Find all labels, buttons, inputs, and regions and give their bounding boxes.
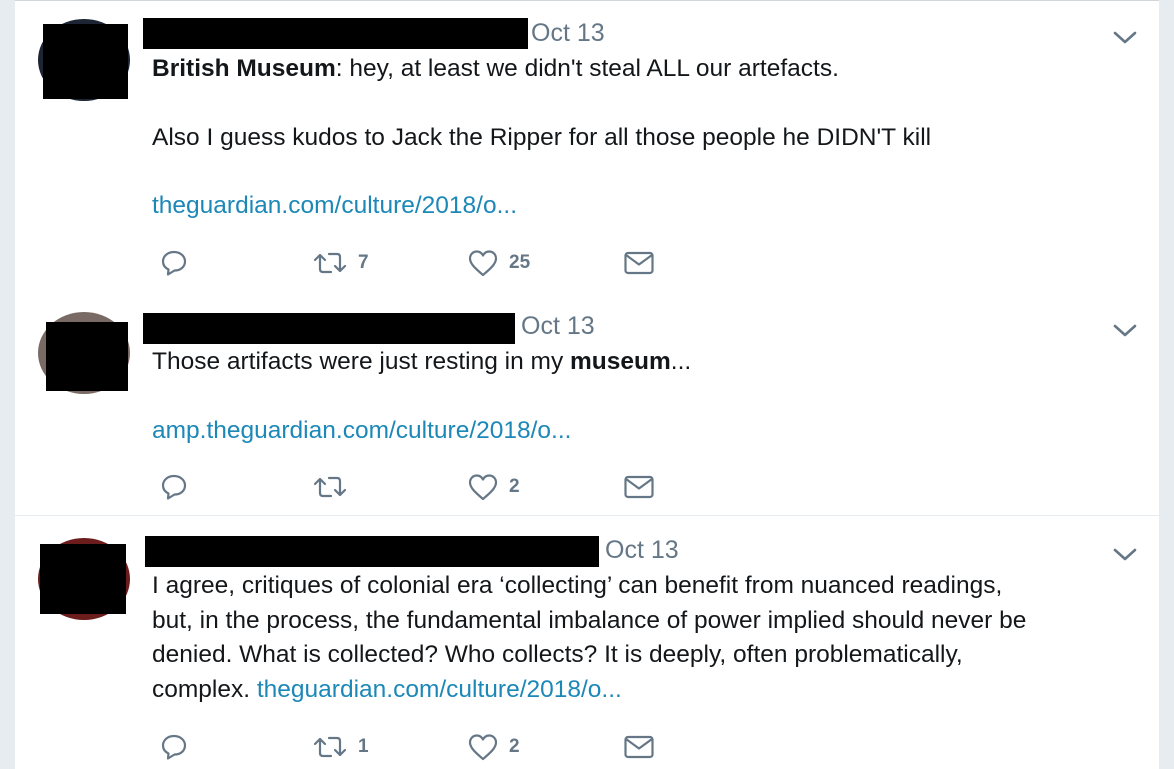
avatar-redaction bbox=[46, 322, 128, 391]
tweet-text: I agree, critiques of colonial era ‘coll… bbox=[152, 569, 1026, 707]
tweet-text-line: denied. What is collected? Who collects?… bbox=[152, 641, 963, 668]
like-button[interactable]: 2 bbox=[467, 470, 520, 504]
retweet-button[interactable] bbox=[312, 470, 358, 504]
envelope-icon bbox=[624, 251, 654, 275]
tweet-link[interactable]: amp.theguardian.com/culture/2018/o... bbox=[152, 414, 691, 449]
tweet-text-line: Those artifacts were just resting in my bbox=[152, 348, 571, 375]
message-button[interactable] bbox=[623, 470, 655, 504]
reply-button[interactable] bbox=[160, 246, 188, 280]
tweet-text-line: complex. bbox=[152, 675, 257, 703]
tweet-date[interactable]: Oct 13 bbox=[531, 19, 605, 47]
heart-icon bbox=[468, 250, 498, 277]
tweet[interactable]: Oct 13 British Museum: hey, at least we … bbox=[15, 0, 1159, 293]
tweet-feed: Oct 13 British Museum: hey, at least we … bbox=[15, 0, 1159, 769]
avatar-redaction bbox=[40, 544, 126, 614]
like-count: 2 bbox=[509, 736, 520, 757]
avatar-redaction bbox=[43, 24, 128, 99]
tweet[interactable]: Oct 13 Those artifacts were just resting… bbox=[15, 292, 1159, 516]
tweet-text-line: I agree, critiques of colonial era ‘coll… bbox=[152, 572, 1003, 599]
retweet-button[interactable]: 1 bbox=[312, 730, 369, 764]
retweet-count: 1 bbox=[358, 736, 369, 757]
tweet-date[interactable]: Oct 13 bbox=[605, 536, 679, 564]
message-button[interactable] bbox=[623, 730, 655, 764]
tweet-link[interactable]: theguardian.com/culture/2018/o... bbox=[152, 189, 931, 224]
like-button[interactable]: 2 bbox=[467, 730, 520, 764]
tweet-text: Those artifacts were just resting in my … bbox=[152, 345, 691, 448]
ellipsis: ... bbox=[670, 348, 692, 375]
avatar[interactable] bbox=[38, 312, 130, 394]
retweet-icon bbox=[313, 476, 347, 498]
retweet-icon bbox=[313, 252, 347, 274]
like-button[interactable]: 25 bbox=[467, 246, 530, 280]
retweet-count: 7 bbox=[358, 252, 369, 273]
username-redaction bbox=[143, 313, 515, 344]
username-redaction bbox=[145, 536, 599, 567]
reply-icon bbox=[161, 734, 187, 760]
username-redaction bbox=[143, 18, 528, 49]
heart-icon bbox=[468, 734, 498, 761]
retweet-icon bbox=[313, 736, 347, 758]
retweet-button[interactable]: 7 bbox=[312, 246, 369, 280]
envelope-icon bbox=[624, 475, 654, 499]
chevron-down-icon[interactable] bbox=[1113, 25, 1137, 49]
chevron-down-icon[interactable] bbox=[1113, 542, 1137, 566]
message-button[interactable] bbox=[623, 246, 655, 280]
chevron-down-icon[interactable] bbox=[1113, 318, 1137, 342]
tweet-text: British Museum: hey, at least we didn't … bbox=[152, 52, 931, 224]
highlighted-term: museum bbox=[570, 348, 671, 375]
tweet-text-line: but, in the process, the fundamental imb… bbox=[152, 606, 1027, 634]
tweet-text-line: : hey, at least we didn't steal ALL our … bbox=[335, 55, 839, 82]
tweet-date[interactable]: Oct 13 bbox=[521, 312, 595, 340]
reply-button[interactable] bbox=[160, 470, 188, 504]
tweet-link[interactable]: theguardian.com/culture/2018/o... bbox=[257, 676, 622, 703]
tweet[interactable]: Oct 13 I agree, critiques of colonial er… bbox=[15, 516, 1159, 769]
avatar[interactable] bbox=[38, 19, 130, 101]
envelope-icon bbox=[624, 735, 654, 759]
tweet-text-line: Also I guess kudos to Jack the Ripper fo… bbox=[152, 123, 932, 151]
heart-icon bbox=[468, 474, 498, 501]
like-count: 2 bbox=[509, 476, 520, 497]
reply-button[interactable] bbox=[160, 730, 188, 764]
reply-icon bbox=[161, 250, 187, 276]
like-count: 25 bbox=[509, 252, 531, 273]
avatar[interactable] bbox=[38, 538, 130, 620]
mention-user[interactable]: British Museum bbox=[152, 55, 336, 82]
reply-icon bbox=[161, 474, 187, 500]
